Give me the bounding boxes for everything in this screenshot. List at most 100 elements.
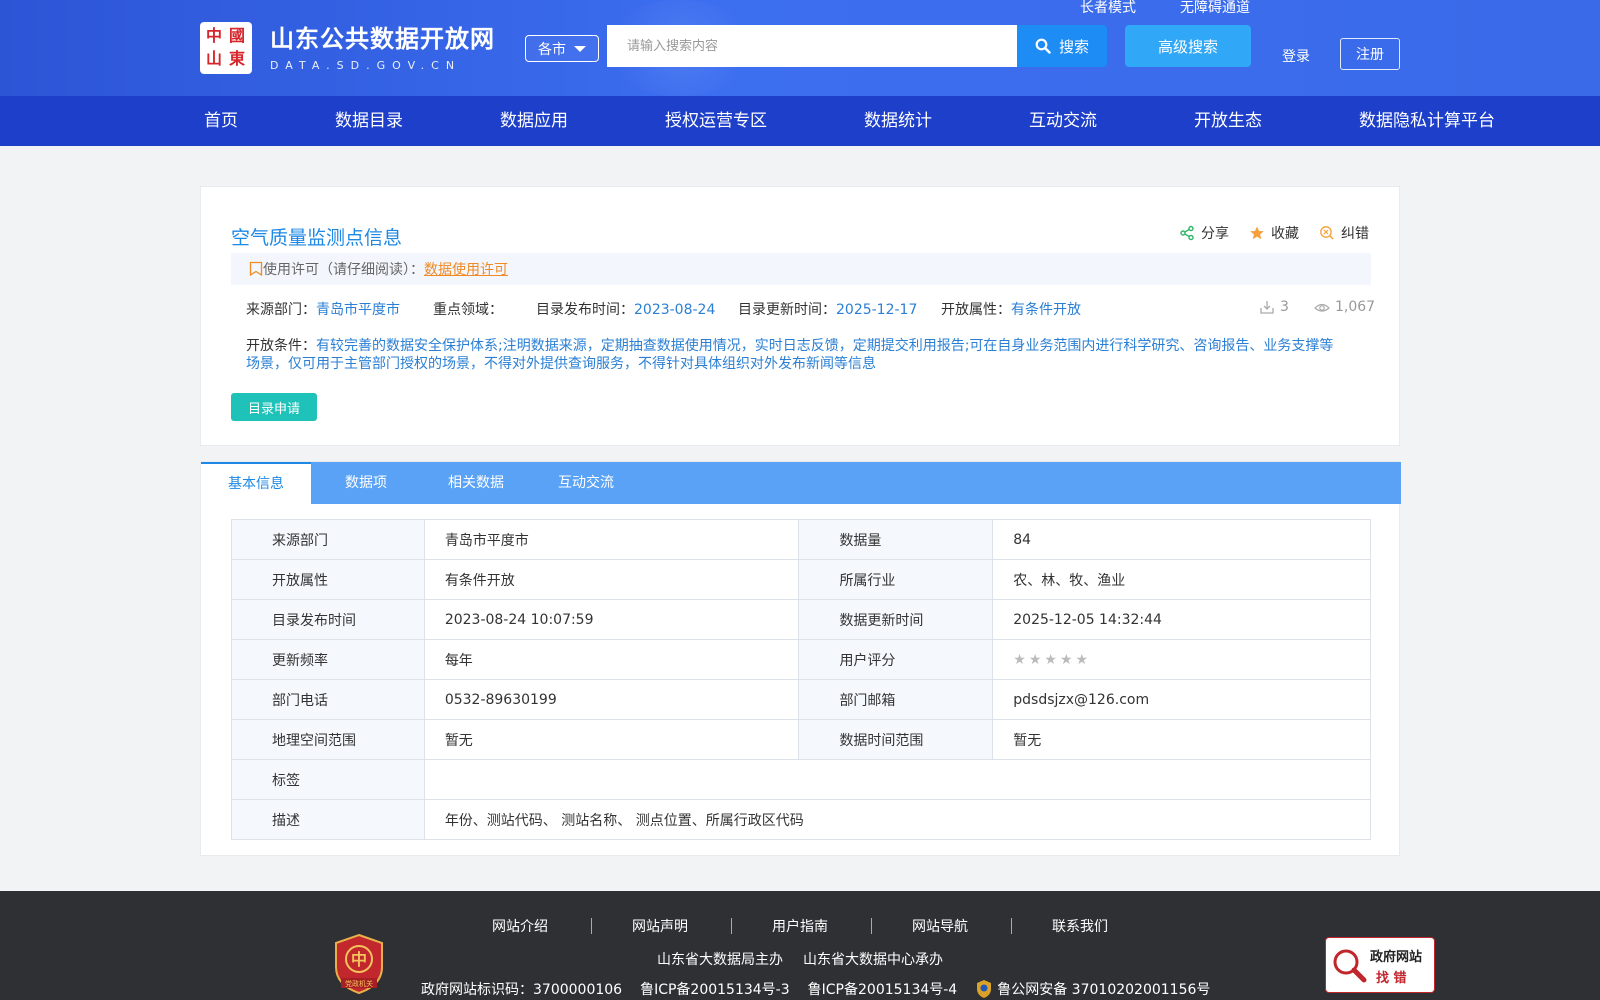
logo-seal-char: 中	[205, 26, 222, 45]
basic-info-table: 来源部门 青岛市平度市 数据量 84 开放属性 有条件开放 所属行业 农、林、牧…	[231, 519, 1372, 840]
find-error-title: 政府网站	[1370, 950, 1423, 965]
footer-link-about[interactable]: 网站介绍	[492, 916, 548, 936]
table-row: 标签	[231, 759, 1372, 800]
footer-sponsor: 山东省大数据局主办	[657, 952, 783, 968]
report-error-button[interactable]: 纠错	[1319, 223, 1369, 243]
icp-record-1[interactable]: 鲁ICP备20015134号-3	[640, 979, 790, 999]
party-gov-badge-icon[interactable]: 中 党政机关	[333, 933, 385, 995]
license-link[interactable]: 数据使用许可	[424, 259, 508, 279]
nav-item-authorized-ops[interactable]: 授权运营专区	[665, 96, 767, 146]
tab-interaction[interactable]: 互动交流	[531, 462, 641, 504]
search-input[interactable]	[607, 25, 1017, 67]
rating-stars[interactable]: ★ ★ ★ ★ ★	[1013, 652, 1088, 668]
table-row: 地理空间范围 暂无 数据时间范围 暂无	[231, 719, 1371, 760]
find-error-sub: 找 错	[1376, 971, 1407, 986]
accessibility-link[interactable]: 无障碍通道	[1180, 0, 1250, 16]
table-row: 描述 年份、测站代码、 测站名称、 测点位置、所属行政区代码	[231, 799, 1372, 840]
info-key: 数据更新时间	[798, 599, 994, 640]
footer-link-contact[interactable]: 联系我们	[1052, 916, 1108, 936]
city-select[interactable]: 各市	[525, 35, 599, 62]
info-key: 数据量	[798, 519, 994, 560]
site-logo[interactable]: 中 國 山 東 山东公共数据开放网 DATA.SD.GOV.CN	[200, 22, 495, 74]
icp-record-2[interactable]: 鲁ICP备20015134号-4	[808, 979, 958, 999]
footer-link-guide[interactable]: 用户指南	[772, 916, 828, 936]
top-links: 长者模式 无障碍通道	[1080, 0, 1250, 16]
nav-item-home[interactable]: 首页	[204, 96, 238, 146]
search-button[interactable]: 搜索	[1017, 25, 1107, 67]
catalog-apply-button[interactable]: 目录申请	[231, 393, 317, 421]
tab-related-data[interactable]: 相关数据	[421, 462, 531, 504]
footer-link-statement[interactable]: 网站声明	[632, 916, 688, 936]
share-icon	[1180, 225, 1194, 241]
footer-registration: 政府网站标识码：3700000106 鲁ICP备20015134号-3 鲁ICP…	[421, 979, 1210, 999]
chevron-down-icon	[574, 45, 586, 52]
site-header: 中 國 山 東 山东公共数据开放网 DATA.SD.GOV.CN 长者模式 无障…	[0, 0, 1600, 96]
meta-source-value[interactable]: 青岛市平度市	[316, 302, 400, 318]
meta-open: 开放属性：有条件开放	[941, 299, 1081, 319]
advanced-search-button[interactable]: 高级搜索	[1125, 25, 1251, 67]
star-icon[interactable]: ★	[1013, 652, 1026, 668]
condition-value: 有较完善的数据安全保护体系;注明数据来源，定期抽查数据使用情况，实时日志反馈，定…	[246, 338, 1334, 372]
info-value: 2025-12-05 14:32:44	[992, 599, 1371, 640]
star-icon[interactable]: ★	[1029, 652, 1042, 668]
info-key: 所属行业	[798, 559, 994, 600]
dataset-summary-card: 空气质量监测点信息 分享 收藏 纠错 使用许可（请仔细阅读）： 数据使用许可 来…	[200, 186, 1400, 446]
police-record[interactable]: 鲁公网安备 37010202001156号	[975, 979, 1210, 999]
footer-link-sitemap[interactable]: 网站导航	[912, 916, 968, 936]
elder-mode-link[interactable]: 长者模式	[1080, 0, 1136, 16]
condition-label: 开放条件：	[246, 338, 316, 354]
table-row: 更新频率 每年 用户评分 ★ ★ ★ ★ ★	[231, 639, 1371, 680]
login-link[interactable]: 登录	[1282, 46, 1310, 66]
favorite-button[interactable]: 收藏	[1249, 223, 1299, 243]
tab-basic-info[interactable]: 基本信息	[201, 462, 311, 504]
dataset-title: 空气质量监测点信息	[231, 227, 403, 249]
logo-seal-char: 東	[228, 49, 245, 68]
table-row: 部门电话 0532-89630199 部门邮箱 pdsdsjzx@126.com	[231, 679, 1371, 720]
nav-item-privacy-computing[interactable]: 数据隐私计算平台	[1359, 96, 1495, 146]
info-key: 开放属性	[231, 559, 425, 600]
detail-panel: 基本信息 数据项 相关数据 互动交流 来源部门 青岛市平度市 数据量 84 开放…	[200, 461, 1401, 856]
tab-data-items[interactable]: 数据项	[311, 462, 421, 504]
view-count-value: 1,067	[1335, 299, 1376, 315]
nav-item-ecosystem[interactable]: 开放生态	[1194, 96, 1262, 146]
meta-focus: 重点领域：	[433, 299, 503, 319]
info-value: pdsdsjzx@126.com	[992, 679, 1371, 720]
star-icon[interactable]: ★	[1044, 652, 1057, 668]
info-value	[423, 759, 1372, 800]
info-value: 农、林、牧、渔业	[992, 559, 1371, 600]
meta-source: 来源部门：青岛市平度市	[246, 299, 400, 319]
nav-item-statistics[interactable]: 数据统计	[864, 96, 932, 146]
license-prefix: 使用许可（请仔细阅读）：	[263, 262, 424, 278]
star-icon[interactable]: ★	[1060, 652, 1073, 668]
nav-item-interaction[interactable]: 互动交流	[1029, 96, 1097, 146]
police-record-text: 鲁公网安备 37010202001156号	[997, 982, 1211, 998]
share-button[interactable]: 分享	[1179, 223, 1229, 243]
magnifier-icon	[1333, 949, 1367, 983]
nav-item-apps[interactable]: 数据应用	[500, 96, 568, 146]
search-button-label: 搜索	[1058, 37, 1089, 56]
info-key: 用户评分	[798, 639, 994, 680]
meta-publish-label: 目录发布时间：	[536, 302, 634, 318]
download-count-value: 3	[1280, 299, 1289, 315]
meta-source-label: 来源部门：	[246, 302, 316, 318]
meta-update: 目录更新时间：2025-12-17	[738, 299, 917, 319]
star-icon[interactable]: ★	[1076, 652, 1089, 668]
footer-organizer: 山东省大数据中心承办	[803, 952, 943, 968]
meta-update-label: 目录更新时间：	[738, 302, 836, 318]
open-conditions: 开放条件：有较完善的数据安全保护体系;注明数据来源，定期抽查数据使用情况，实时日…	[246, 337, 1346, 373]
register-button[interactable]: 注册	[1340, 38, 1400, 70]
download-count: 3	[1259, 299, 1289, 315]
info-key: 目录发布时间	[231, 599, 425, 640]
favorite-label: 收藏	[1271, 226, 1299, 242]
gov-site-find-error-badge[interactable]: 政府网站 找 错	[1325, 937, 1435, 993]
info-key: 更新频率	[231, 639, 425, 680]
meta-open-value: 有条件开放	[1011, 302, 1081, 318]
dataset-actions: 分享 收藏 纠错	[1179, 223, 1369, 243]
nav-item-catalog[interactable]: 数据目录	[335, 96, 403, 146]
share-label: 分享	[1201, 226, 1229, 242]
table-row: 来源部门 青岛市平度市 数据量 84	[231, 519, 1371, 560]
info-key: 数据时间范围	[798, 719, 994, 760]
gov-site-id: 政府网站标识码：3700000106	[421, 982, 623, 998]
info-value: 青岛市平度市	[423, 519, 800, 560]
logo-text: 山东公共数据开放网 DATA.SD.GOV.CN	[270, 25, 495, 72]
